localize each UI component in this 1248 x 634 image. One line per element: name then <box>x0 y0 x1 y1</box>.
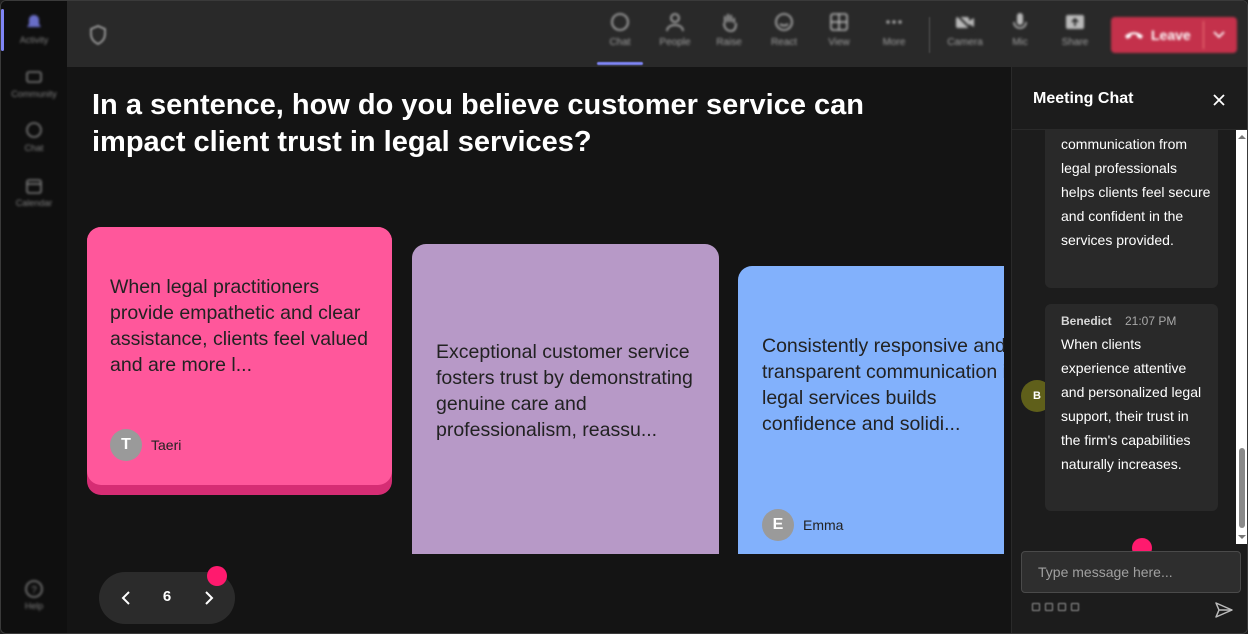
close-icon <box>1213 94 1225 106</box>
meeting-toolbar: Chat People Raise React View More Camera <box>67 1 1247 67</box>
rail-item-help[interactable]: ? Help <box>1 579 67 611</box>
leave-button[interactable]: Leave <box>1111 17 1237 53</box>
shield-icon[interactable] <box>89 25 107 45</box>
next-button[interactable] <box>197 586 221 610</box>
question-title: In a sentence, how do you believe custom… <box>92 89 865 158</box>
message-text: communication from legal professionals h… <box>1061 136 1211 248</box>
active-tab-indicator <box>597 62 643 65</box>
close-button[interactable] <box>1208 89 1230 111</box>
toolbar-camera-button[interactable]: Camera <box>941 11 989 48</box>
message-sender: Benedict <box>1061 314 1112 328</box>
previous-button[interactable] <box>114 586 138 610</box>
toolbar-raise-button[interactable]: Raise <box>705 11 753 48</box>
rail-item-chat[interactable]: Chat <box>1 121 67 153</box>
chat-icon <box>26 122 42 138</box>
message-time: 21:07 PM <box>1125 314 1177 328</box>
rail-item-activity[interactable]: Activity <box>1 13 67 45</box>
chat-header: Meeting Chat <box>1012 67 1247 130</box>
community-icon <box>26 71 42 83</box>
response-card[interactable]: Exceptional customer service fosters tru… <box>412 244 719 554</box>
card-author: T Taeri <box>110 429 181 461</box>
toolbar-more-button[interactable]: More <box>870 11 918 48</box>
toolbar-share-button[interactable]: Share <box>1051 11 1099 48</box>
people-icon <box>666 13 684 32</box>
attach-icon[interactable] <box>1045 603 1053 611</box>
chat-title: Meeting Chat <box>1033 90 1134 107</box>
gif-icon[interactable] <box>1071 603 1079 611</box>
mic-icon <box>1013 13 1027 29</box>
scrollbar-thumb[interactable] <box>1239 448 1245 528</box>
toolbar-mic-button[interactable]: Mic <box>996 11 1044 48</box>
chat-messages: communication from legal professionals h… <box>1012 130 1247 548</box>
leave-divider <box>1203 21 1204 49</box>
chevron-right-icon <box>205 591 214 605</box>
message-text: When clients experience attentive and pe… <box>1061 336 1202 472</box>
phone-hangup-icon <box>1125 32 1143 39</box>
svg-text:?: ? <box>31 585 37 596</box>
presentation-stage: In a sentence, how do you believe custom… <box>67 67 1009 633</box>
scroll-down-icon[interactable] <box>1238 533 1246 541</box>
response-card[interactable]: Consistently responsive and transparent … <box>738 266 1004 554</box>
response-cards: When legal practitioners provide empathe… <box>67 217 1004 554</box>
author-name: Emma <box>803 517 844 533</box>
toolbar-divider <box>929 17 930 53</box>
camera-off-icon <box>955 13 974 32</box>
chat-scrollbar[interactable] <box>1236 130 1247 544</box>
chevron-down-icon[interactable] <box>1212 28 1226 42</box>
toolbar-people-button[interactable]: People <box>651 11 699 48</box>
response-card[interactable]: When legal practitioners provide empathe… <box>87 227 392 485</box>
calendar-icon <box>26 179 42 194</box>
author-name: Taeri <box>151 437 182 453</box>
format-toolbar <box>1032 603 1079 611</box>
meeting-chat-panel: Meeting Chat communication from legal pr… <box>1011 67 1247 633</box>
rail-item-community[interactable]: Community <box>1 67 67 99</box>
page-number: 6 <box>162 588 172 605</box>
toolbar-react-button[interactable]: React <box>760 11 808 48</box>
message-input[interactable] <box>1021 551 1241 593</box>
card-text: When legal practitioners provide empathe… <box>110 276 368 376</box>
bell-icon <box>27 15 41 27</box>
card-text: Consistently responsive and transparent … <box>762 335 1004 435</box>
chevron-left-icon <box>121 591 130 605</box>
help-icon: ? <box>25 580 43 598</box>
chat-message: Benedict 21:07 PM When clients experienc… <box>1045 304 1218 511</box>
avatar: T <box>110 429 142 461</box>
avatar: E <box>762 509 794 541</box>
chat-message: communication from legal professionals h… <box>1045 130 1218 288</box>
toolbar-view-button[interactable]: View <box>815 11 863 48</box>
left-rail: Activity Community Chat Calendar ? Help <box>1 1 68 633</box>
chat-icon <box>611 13 629 31</box>
slide-pager: 6 <box>99 566 235 624</box>
send-button[interactable] <box>1213 599 1235 621</box>
notification-dot <box>207 566 227 586</box>
meeting-window: Activity Community Chat Calendar ? Help … <box>0 0 1248 634</box>
emoji-icon[interactable] <box>1058 603 1066 611</box>
card-author: E Emma <box>762 509 843 541</box>
format-icon[interactable] <box>1032 603 1040 611</box>
smiley-icon <box>775 13 793 31</box>
hand-icon <box>723 14 737 32</box>
card-text: Exceptional customer service fosters tru… <box>436 341 693 441</box>
scroll-up-icon[interactable] <box>1238 133 1246 141</box>
grid-icon <box>830 13 848 31</box>
send-icon <box>1215 602 1233 618</box>
rail-item-calendar[interactable]: Calendar <box>1 176 67 208</box>
share-icon <box>1066 15 1084 29</box>
more-icon <box>886 20 902 24</box>
toolbar-chat-button[interactable]: Chat <box>596 11 644 48</box>
